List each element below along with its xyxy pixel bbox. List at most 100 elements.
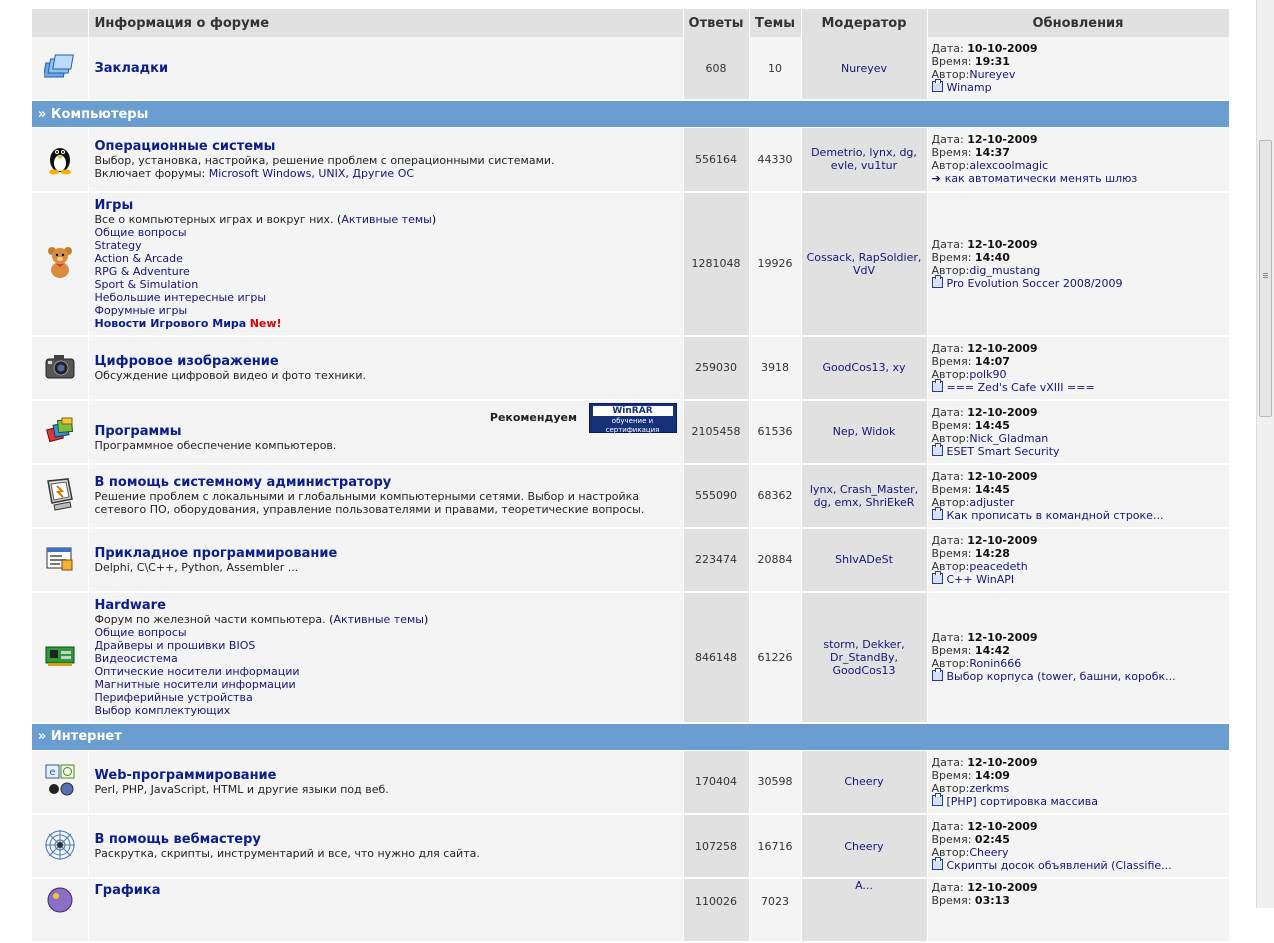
subforum-link[interactable]: Видеосистема [95,652,677,665]
moderator-link[interactable]: Nureyev [841,62,887,75]
topic-icon [931,792,943,806]
last-post-topic[interactable]: Winamp [947,81,992,94]
camera-icon [45,355,75,379]
subforum-link[interactable]: Strategy [95,239,677,252]
last-post-author[interactable]: alexcoolmagic [969,159,1048,172]
topic-icon [931,274,943,288]
last-post-author[interactable]: adjuster [969,496,1014,509]
replies-count: 555090 [683,463,750,529]
last-post-topic[interactable]: C++ WinAPI [947,573,1015,586]
topic-icon [931,668,943,681]
topics-count: 20884 [749,527,802,593]
last-post-topic[interactable]: === Zed's Cafe vXIII === [947,381,1095,394]
topics-count: 19926 [749,191,802,337]
moderator-link[interactable]: Demetrio, lynx, dg, evle, vu1tur [811,146,917,172]
last-post-author[interactable]: polk90 [969,368,1006,381]
last-post-topic[interactable]: ESET Smart Security [947,445,1060,458]
moderator-link[interactable]: GoodCos13, xy [822,361,905,374]
forum-link[interactable]: Прикладное программирование [95,546,677,561]
topics-count: 7023 [749,878,802,943]
bookmarks-icon [42,54,74,77]
last-post-author[interactable]: peacedeth [969,560,1027,573]
forum-row: Закладки 608 10 Nureyev Дата: 10-10-2009… [32,37,1229,101]
moderator-link[interactable]: Cheery [844,840,883,853]
last-post-topic[interactable]: [PHP] сортировка массива [947,795,1099,808]
forum-link[interactable]: Закладки [95,61,677,76]
forum-row: Цифровое изображение Обсуждение цифровой… [32,335,1229,401]
category-title[interactable]: » Компьютеры [32,99,1229,128]
forum-link[interactable]: Web-программирование [95,768,677,783]
subforum-link[interactable]: Форумные игры [95,304,677,317]
forum-link[interactable]: Игры [95,198,677,213]
last-post-topic[interactable]: Выбор корпуса (tower, башни, коробк... [947,670,1176,683]
forum-link[interactable]: Операционные системы [95,139,677,154]
moderator-link[interactable]: Cheery [844,775,883,788]
active-topics-link[interactable]: Активные темы [341,213,432,226]
topics-count: 68362 [749,463,802,529]
last-post-author[interactable]: Cheery [969,846,1008,859]
web-globe-icon: e [45,764,75,796]
forum-description: Программное обеспечение компьютеров. [94,438,337,452]
subforum-link[interactable]: Оптические носители информации [95,665,677,678]
moderator-link[interactable]: A... [855,879,873,892]
active-topics-link[interactable]: Активные темы [333,613,424,626]
last-post: Дата: 12-10-2009 Время: 03:13 [927,878,1229,943]
forum-link[interactable]: В помощь вебмастеру [95,832,677,847]
replies-count: 110026 [683,878,750,943]
subforum-link[interactable]: RPG & Adventure [95,265,677,278]
forum-description: Perl, PHP, JavaScript, HTML и другие язы… [94,782,389,796]
subforum-link[interactable]: Общие вопросы [95,226,677,239]
moderator-link[interactable]: Nep, Widok [833,425,896,438]
subforum-link[interactable]: Общие вопросы [95,626,677,639]
last-post: Дата: 12-10-2009 Время: 14:45 Автор:adju… [927,463,1229,529]
scrollbar-thumb[interactable] [1259,140,1272,417]
last-post-author[interactable]: Nick_Gladman [969,432,1048,445]
subforum-link[interactable]: Sport & Simulation [95,278,677,291]
forum-link[interactable]: Цифровое изображение [95,354,677,369]
moderator-link[interactable]: ShIvADeSt [835,553,893,566]
forum-row: Рекомендуем WinRAR обучение и сертификаци… [32,399,1229,465]
forum-row: Hardware Форум по железной части компьют… [32,591,1229,724]
forum-link[interactable]: Графика [95,883,677,898]
last-post-topic[interactable]: Pro Evolution Soccer 2008/2009 [947,277,1123,290]
subforum-link[interactable]: Магнитные носители информации [95,678,677,691]
new-badge: New! [249,316,282,330]
moderator-link[interactable]: Cossack, RapSoldier, VdV [807,251,922,277]
header-topics: Темы [749,9,802,37]
last-post-author[interactable]: Ronin666 [969,657,1021,670]
table-header: Информация о форуме Ответы Темы Модерато… [32,9,1230,37]
category-title[interactable]: » Интернет [32,722,1229,751]
subforum-link[interactable]: Небольшие интересные игры [95,291,677,304]
forum-link[interactable]: Hardware [95,598,677,613]
last-post: Дата: 12-10-2009 Время: 14:37 Автор:alex… [927,127,1229,193]
last-post-author[interactable]: Nureyev [969,68,1015,81]
last-post: Дата: 12-10-2009 Время: 14:09 Автор:zerk… [927,750,1229,815]
replies-count: 608 [683,37,750,101]
last-post-author[interactable]: zerkms [969,782,1009,795]
moderator-link[interactable]: storm, Dekker, Dr_StandBy, GoodCos13 [823,638,904,677]
topics-count: 16716 [749,814,802,879]
subforum-link[interactable]: Выбор комплектующих [95,704,677,717]
subforum-link[interactable]: Периферийные устройства [95,691,677,704]
winrar-banner[interactable]: WinRAR обучение и сертификация [588,402,677,434]
subforum-link[interactable]: Action & Arcade [95,252,677,265]
replies-count: 170404 [683,750,750,815]
vertical-scrollbar[interactable] [1256,0,1274,908]
last-post-topic[interactable]: Скрипты досок объявлений (Classifie... [947,859,1172,872]
news-subforum-link[interactable]: Новости Игрового Мира [95,317,247,330]
linux-penguin-icon [48,147,71,175]
moderator-link[interactable]: lynx, Crash_Master, dg, emx, ShriEkeR [810,483,918,509]
software-books-icon [45,417,73,443]
subforum-links[interactable]: Microsoft Windows, UNIX, Другие ОС [209,167,414,180]
forum-link[interactable]: В помощь системному администратору [95,475,677,490]
last-post-author[interactable]: dig_mustang [969,264,1040,277]
last-post-topic[interactable]: Как прописать в командной строке... [947,509,1164,522]
replies-count: 107258 [683,814,750,879]
graphics-icon [47,887,73,913]
topics-count: 44330 [749,127,802,193]
last-post-topic[interactable]: как автоматически менять шлюз [945,172,1138,185]
last-post: Дата: 12-10-2009 Время: 14:40 Автор:dig_… [927,191,1229,337]
topic-icon [931,506,943,520]
category-row: » Интернет [32,722,1229,751]
subforum-link[interactable]: Драйверы и прошивки BIOS [95,639,677,652]
